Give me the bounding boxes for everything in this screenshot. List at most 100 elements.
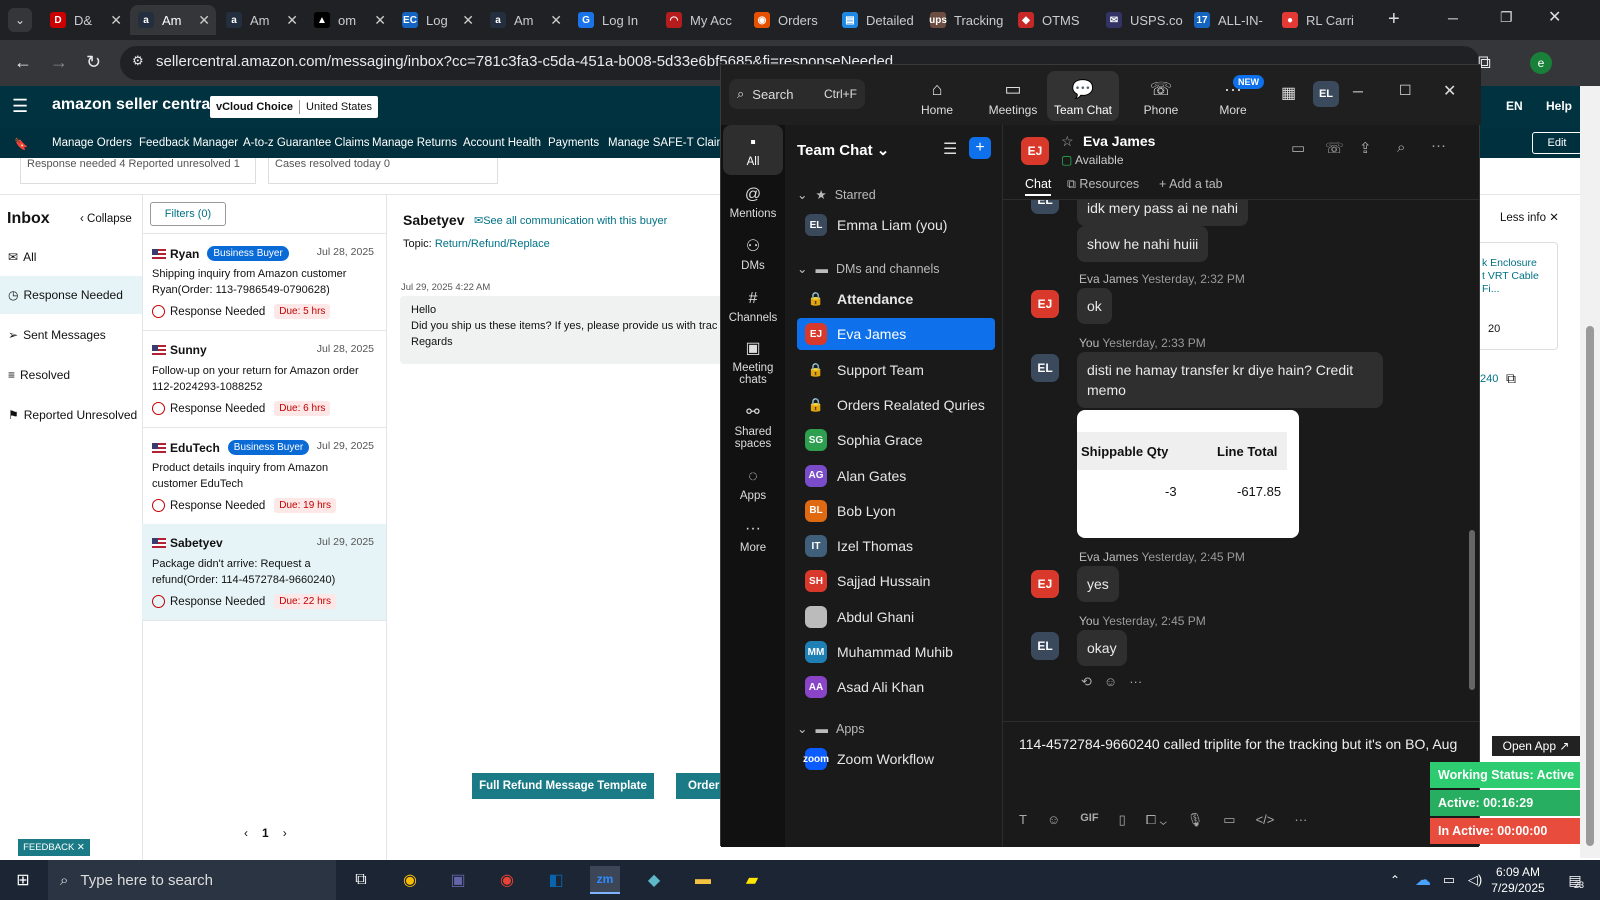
chrome-icon[interactable]: ◉ [395,866,425,894]
bookmark-icon[interactable]: 🔖 [14,137,28,151]
user-avatar[interactable]: EL [1313,81,1339,107]
nav-manage-returns[interactable]: Manage Returns [372,137,457,149]
code-snippet-icon[interactable]: </> [1256,812,1275,828]
browser-tab[interactable]: G Log In [570,5,656,35]
compose-new-button[interactable]: + [969,137,991,159]
message-list-item[interactable]: Ryan Business Buyer Jul 28, 2025 Shipping… [142,234,386,331]
folder-sent[interactable]: ➢ Sent Messages [8,328,106,342]
topic-link[interactable]: Return/Refund/Replace [435,238,550,250]
browser-tab[interactable]: a Am ✕ [218,5,304,35]
tab-close-icon[interactable]: ✕ [374,12,386,29]
rail-all[interactable]: ▪ All [723,133,783,168]
profile-avatar[interactable]: e [1530,52,1552,74]
browser-tab[interactable]: ◉ Orders [746,5,832,35]
browser-tab[interactable]: EC Log ✕ [394,5,480,35]
compose-area[interactable]: 114-4572784-9660240 called triplite for … [1003,721,1479,847]
browser-tab[interactable]: a Am ✕ [130,5,216,35]
copy-icon[interactable]: ⧉ [1506,370,1516,387]
browser-tab[interactable]: ups Tracking [922,5,1008,35]
emoji-icon[interactable]: ☺ [1047,812,1060,828]
gif-icon[interactable]: GIF [1080,812,1098,828]
star-contact-icon[interactable]: ☆ [1061,133,1074,150]
rail-channels[interactable]: # Channels [723,289,783,324]
zoom-close-button[interactable]: ✕ [1443,81,1456,101]
order-id-tail[interactable]: 240 [1480,373,1498,385]
channel-item[interactable]: MM Muhammad Muhib [797,636,995,668]
channel-item[interactable]: SG Sophia Grace [797,424,995,456]
sticky-notes-icon[interactable]: ▰ [737,866,767,894]
browser-tab[interactable]: 17 ALL-IN- [1186,5,1272,35]
rail-mentions[interactable]: @ Mentions [723,185,783,220]
contact-avatar[interactable]: EJ [1021,137,1049,165]
chat-tab-add[interactable]: + Add a tab [1159,177,1223,191]
chat-message[interactable]: yes [1077,566,1119,602]
chat-scrollbar[interactable] [1469,200,1475,720]
tab-close-icon[interactable]: ✕ [198,12,210,29]
zoom-app-icon[interactable]: zm [590,866,620,894]
chat-tab-resources[interactable]: ⧉ Resources [1067,177,1139,192]
audio-call-icon[interactable]: ☏ [1325,139,1344,157]
full-refund-template-button[interactable]: Full Refund Message Template [472,773,654,799]
nav-account-health[interactable]: Account Health [463,137,541,149]
message-list-item[interactable]: Sunny Jul 28, 2025 Follow-up on your ret… [142,331,386,428]
channel-item[interactable]: SH Sajjad Hussain [797,565,995,597]
tab-close-icon[interactable]: ✕ [286,12,298,29]
folder-all[interactable]: ✉ All [8,250,36,264]
zoom-search[interactable]: ⌕ Search Ctrl+F [729,79,865,109]
emoji-reaction-icon[interactable]: ☺ [1104,674,1117,690]
share-screen-icon[interactable]: ⇪ [1359,139,1372,157]
chat-message[interactable]: okay [1077,630,1127,666]
task-view-icon[interactable]: ⧉ [346,866,376,894]
browser-tab[interactable]: D D& ✕ [42,5,128,35]
outlook-icon[interactable]: ◧ [541,866,571,894]
tab-search-button[interactable]: ⌄ [8,8,32,32]
message-list-item[interactable]: EduTech Business Buyer Jul 29, 2025 Produ… [142,428,386,525]
browser-tab[interactable]: ✉ USPS.co [1098,5,1184,35]
chat-message[interactable]: idk mery pass ai ne nahi [1077,200,1248,226]
browser-tab[interactable]: a Am ✕ [482,5,568,35]
edit-nav-button[interactable]: Edit [1532,132,1582,154]
back-icon[interactable]: ← [14,52,32,73]
compose-more-icon[interactable]: ··· [1294,812,1307,828]
file-icon[interactable]: ▯ [1119,812,1126,828]
nav-feedback-manager[interactable]: Feedback Manager [139,137,238,149]
browser-tab[interactable]: ◠ My Acc [658,5,744,35]
teams-icon[interactable]: ▣ [443,866,473,894]
nav-payments[interactable]: Payments [548,137,599,149]
store-switcher[interactable]: vCloud Choice United States [210,96,379,118]
prev-page-button[interactable]: ‹ [244,826,248,840]
channel-item[interactable]: 🔒 Support Team [797,354,995,386]
chat-more-icon[interactable]: ··· [1431,137,1446,154]
section-apps[interactable]: ⌄ ▬ Apps [797,721,864,737]
nav-safe-t-claims[interactable]: Manage SAFE-T Claims [608,137,732,149]
rail-dms[interactable]: ⚇ DMs [723,237,783,272]
channel-item[interactable]: zoom Zoom Workflow [797,743,995,775]
format-text-icon[interactable]: T [1019,812,1027,828]
calendar-icon[interactable]: ▦ [1281,83,1296,103]
minimize-window-button[interactable]: ─ [1448,10,1458,26]
browser-tab[interactable]: ▲ om ✕ [306,5,392,35]
close-window-button[interactable]: ✕ [1548,7,1561,27]
browser-tab[interactable]: ● RL Carri [1274,5,1360,35]
product-title[interactable]: k Enclosure t VRT Cable Fi... [1482,257,1539,296]
filters-button[interactable]: Filters (0) [150,202,226,226]
compose-input[interactable]: 114-4572784-9660240 called triplite for … [1019,734,1459,754]
taskbar-search[interactable]: ⌕ Type here to search [48,860,336,900]
rail-meeting-chats[interactable]: ▣ Meeting chats [723,339,783,386]
rail-apps[interactable]: ◌ Apps [723,467,783,502]
channel-item[interactable]: Abdul Ghani [797,601,995,633]
feedback-button[interactable]: FEEDBACK ✕ [18,839,90,856]
chrome-profile-icon[interactable]: ◉ [492,866,522,894]
collapse-button[interactable]: ‹ Collapse [80,213,132,225]
help-link[interactable]: Help [1546,99,1572,113]
see-all-link[interactable]: ✉See all communication with this buyer [474,214,667,227]
restore-window-button[interactable]: ❐ [1500,9,1513,26]
site-info-icon[interactable]: ⚙ [132,53,144,69]
order-button[interactable]: Order [676,773,720,799]
show-hidden-icons[interactable]: ⌃ [1380,866,1410,894]
page-scroll-thumb[interactable] [1586,326,1594,846]
video-call-icon[interactable]: ▭ [1291,139,1305,157]
message-list-item[interactable]: Sabetyev Jul 29, 2025 Package didn't arr… [142,524,386,621]
file-explorer-icon[interactable]: ▬ [688,866,718,894]
channel-item[interactable]: BL Bob Lyon [797,495,995,527]
